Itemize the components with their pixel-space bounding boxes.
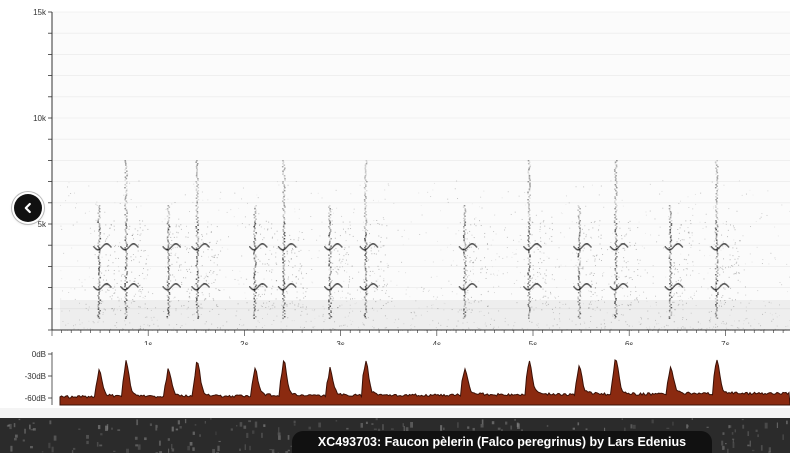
x-tick-label: 4s (433, 340, 441, 345)
divider (0, 408, 790, 418)
db-tick-label: -60dB (25, 394, 46, 403)
x-tick-label: 3s (336, 340, 344, 345)
x-tick-label: 6s (625, 340, 633, 345)
waveform: 0dB -30dB -60dB (0, 348, 790, 408)
db-tick-label: 0dB (32, 350, 46, 359)
caption-text: XC493703: Faucon pèlerin (Falco peregrin… (317, 435, 687, 449)
spectrogram: 15k 10k 5k 1s 2s 3s 4s 5s 6s 7s (0, 0, 790, 345)
x-tick-label: 1s (144, 340, 152, 345)
recording-caption[interactable]: XC493703: Faucon pèlerin (Falco peregrin… (292, 431, 712, 453)
db-tick-label: -30dB (25, 372, 46, 381)
y-tick-label: 5k (38, 220, 47, 229)
previous-button[interactable] (14, 194, 42, 222)
x-tick-label: 5s (529, 340, 537, 345)
y-tick-label: 10k (33, 114, 47, 123)
x-tick-label: 7s (721, 340, 729, 345)
y-tick-label: 15k (33, 8, 47, 17)
x-tick-label: 2s (240, 340, 248, 345)
chevron-left-icon (24, 202, 31, 214)
